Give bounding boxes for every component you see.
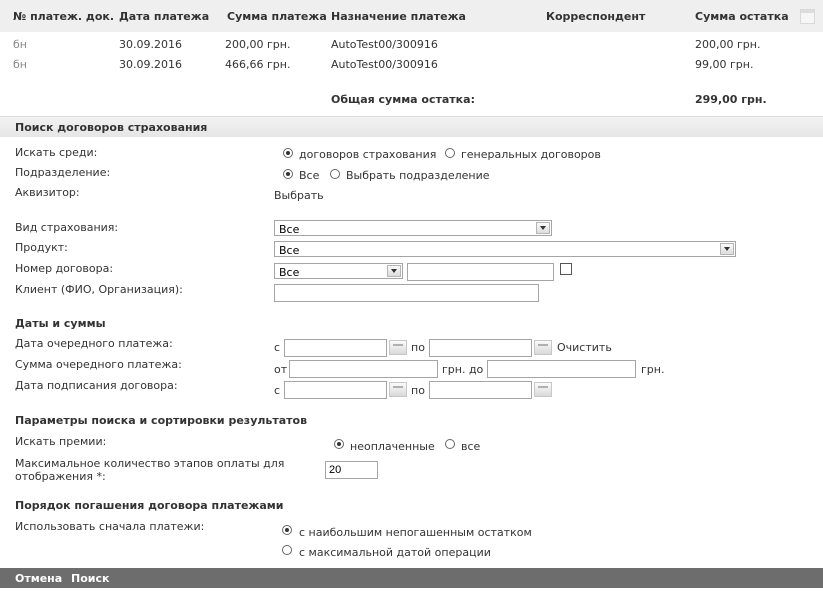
contract-number-mode-select[interactable]: Все <box>274 263 403 279</box>
radio-insurance-contracts[interactable] <box>283 148 293 158</box>
search-button[interactable]: Поиск <box>71 572 109 585</box>
next-payment-date-label: Дата очередного платежа: <box>15 337 173 350</box>
chevron-down-icon <box>720 243 734 255</box>
chevron-down-icon <box>387 265 401 277</box>
remaining-amount: 200,00 грн. <box>695 38 761 51</box>
col-correspondent[interactable]: Корреспондент <box>546 10 645 23</box>
total-remaining-label: Общая сумма остатка: <box>331 93 475 106</box>
radio-largest-remaining-label[interactable]: с наибольшим непогашенным остатком <box>299 526 532 539</box>
radio-largest-remaining[interactable] <box>282 525 292 535</box>
radio-subdivision-all[interactable] <box>283 169 293 179</box>
acquirer-label: Аквизитор: <box>15 186 80 199</box>
order-section-title: Порядок погашения договора платежами <box>15 499 284 512</box>
payment-amount: 466,66 грн. <box>225 58 291 71</box>
next-payment-sum-from-input[interactable] <box>289 360 438 378</box>
column-settings-icon[interactable] <box>800 9 815 24</box>
doc-number: бн <box>13 38 27 51</box>
next-payment-date-from-input[interactable] <box>284 339 387 357</box>
contract-number-checkbox[interactable] <box>560 263 572 275</box>
col-payment-amount[interactable]: Сумма платежа <box>227 10 327 23</box>
calendar-icon[interactable] <box>534 382 552 397</box>
search-among-label: Искать среди: <box>15 146 98 159</box>
product-value: Все <box>279 244 300 257</box>
sum-to-label: грн. до <box>442 363 484 376</box>
max-stages-label-line1: Максимальное количество этапов оплаты дл… <box>15 457 285 470</box>
max-stages-label-line2: отображения *: <box>15 470 106 483</box>
calendar-icon[interactable] <box>389 340 407 355</box>
payment-purpose: AutoTest00/300916 <box>331 58 438 71</box>
currency-label: грн. <box>641 363 665 376</box>
clear-dates-link[interactable]: Очистить <box>557 341 612 354</box>
col-doc-number[interactable]: № платеж. док. <box>13 10 114 23</box>
radio-general-contracts[interactable] <box>445 148 455 158</box>
doc-number: бн <box>13 58 27 71</box>
contract-number-mode-value: Все <box>279 266 300 279</box>
premiums-label: Искать премии: <box>15 435 107 448</box>
signing-date-from-input[interactable] <box>284 381 387 399</box>
from-label: с <box>274 341 281 354</box>
radio-subdivision-select-label[interactable]: Выбрать подразделение <box>346 169 490 182</box>
radio-subdivision-all-label[interactable]: Все <box>299 169 319 182</box>
to-label: по <box>411 341 425 354</box>
radio-premiums-all-label[interactable]: все <box>461 440 480 453</box>
payment-amount: 200,00 грн. <box>225 38 291 51</box>
from-label: с <box>274 384 281 397</box>
calendar-icon[interactable] <box>534 340 552 355</box>
params-section-title: Параметры поиска и сортировки результато… <box>15 414 308 427</box>
payment-purpose: AutoTest00/300916 <box>331 38 438 51</box>
signing-date-to-input[interactable] <box>429 381 532 399</box>
radio-premiums-unpaid[interactable] <box>334 439 344 449</box>
client-label: Клиент (ФИО, Организация): <box>15 283 183 296</box>
insurance-type-label: Вид страхования: <box>15 221 119 234</box>
search-section-title: Поиск договоров страхования <box>15 121 208 134</box>
calendar-icon[interactable] <box>389 382 407 397</box>
product-label: Продукт: <box>15 241 68 254</box>
radio-premiums-all[interactable] <box>445 439 455 449</box>
payments-table-header: № платеж. док. Дата платежа Сумма платеж… <box>0 0 823 32</box>
search-section-header: Поиск договоров страхования <box>0 116 823 137</box>
chevron-down-icon <box>536 222 550 234</box>
remaining-amount: 99,00 грн. <box>695 58 754 71</box>
col-payment-purpose[interactable]: Назначение платежа <box>331 10 466 23</box>
dates-section-title: Даты и суммы <box>15 317 106 330</box>
insurance-type-value: Все <box>279 223 300 236</box>
payment-date: 30.09.2016 <box>119 38 182 51</box>
acquirer-select-link[interactable]: Выбрать <box>274 189 324 202</box>
col-remaining-amount[interactable]: Сумма остатка <box>695 10 789 23</box>
radio-general-contracts-label[interactable]: генеральных договоров <box>461 148 601 161</box>
to-label: по <box>411 384 425 397</box>
client-input[interactable] <box>274 284 539 302</box>
next-payment-sum-label: Сумма очередного платежа: <box>15 358 182 371</box>
contract-number-label: Номер договора: <box>15 262 114 275</box>
signing-date-label: Дата подписания договора: <box>15 379 178 392</box>
subdivision-label: Подразделение: <box>15 166 111 179</box>
cancel-button[interactable]: Отмена <box>15 572 62 585</box>
use-first-label: Использовать сначала платежи: <box>15 520 205 533</box>
col-payment-date[interactable]: Дата платежа <box>119 10 209 23</box>
radio-premiums-unpaid-label[interactable]: неоплаченные <box>350 440 435 453</box>
sum-from-label: от <box>274 363 288 376</box>
next-payment-sum-to-input[interactable] <box>487 360 636 378</box>
radio-max-operation-date[interactable] <box>282 545 292 555</box>
radio-insurance-contracts-label[interactable]: договоров страхования <box>299 148 436 161</box>
next-payment-date-to-input[interactable] <box>429 339 532 357</box>
footer-bar: Отмена Поиск <box>0 568 823 588</box>
contract-number-input[interactable] <box>407 263 554 281</box>
insurance-type-select[interactable]: Все <box>274 220 552 236</box>
max-stages-input[interactable] <box>325 461 378 479</box>
total-remaining-value: 299,00 грн. <box>695 93 767 106</box>
radio-max-operation-date-label[interactable]: с максимальной датой операции <box>299 546 491 559</box>
payment-date: 30.09.2016 <box>119 58 182 71</box>
product-select[interactable]: Все <box>274 241 736 257</box>
radio-subdivision-select[interactable] <box>330 169 340 179</box>
